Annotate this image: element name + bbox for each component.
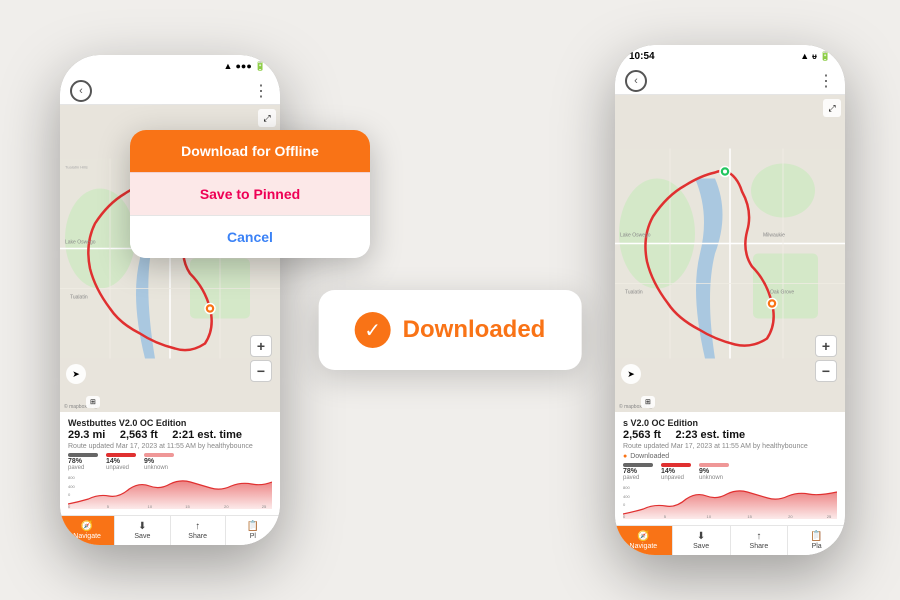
svg-text:Lake Oswego: Lake Oswego [65,240,96,246]
right-location-button[interactable]: ➤ [621,364,641,384]
left-route-info: Westbuttes V2.0 OC Edition 29.3 mi 2,563… [60,412,280,515]
right-action-bar: 🧭 Navigate ⬇ Save ↑ Share 📋 Pla [615,525,845,555]
right-expand-button[interactable]: ⤢ [823,99,841,117]
right-zoom-out[interactable]: − [815,360,837,382]
download-popup: Download for Offline Save to Pinned Canc… [130,130,370,258]
right-route-updated: Route updated Mar 17, 2023 at 11:55 AM b… [623,443,837,450]
svg-text:10: 10 [148,504,153,509]
right-route-stats: 2,563 ft 2:23 est. time [623,429,837,441]
svg-text:10: 10 [707,514,712,519]
downloaded-check-icon: ✓ [355,312,391,348]
svg-text:Lake Oswego: Lake Oswego [620,233,651,239]
svg-text:0: 0 [68,492,71,497]
right-surface-unknown: 9% unknown [699,463,729,481]
phone-left: ▲ ●●● 🔋 ‹ ⋮ [60,55,280,545]
left-map-controls: + − [250,335,272,382]
svg-text:15: 15 [185,504,190,509]
left-status-icons: ▲ ●●● 🔋 [224,61,266,72]
right-surface-row: 78% paved 14% unpaved 9% unknown [623,463,837,481]
right-surface-paved: 78% paved [623,463,653,481]
left-route-updated: Route updated Mar 17, 2023 at 11:55 AM b… [68,443,272,450]
svg-text:15: 15 [747,514,752,519]
svg-text:400: 400 [68,484,76,489]
svg-text:Oak Grove: Oak Grove [770,290,794,296]
downloaded-label: Downloaded [403,316,546,344]
left-plan-button[interactable]: 📋 Pl [226,516,280,545]
svg-text:Tualatin: Tualatin [625,290,643,296]
svg-text:25: 25 [262,504,267,509]
left-elevation-chart: 0 5 10 15 20 25 800 400 0 [68,474,272,509]
svg-text:Milwaukie: Milwaukie [763,233,785,239]
downloaded-toast: ✓ Downloaded [319,290,582,370]
right-layer-button[interactable]: ⊞ [641,396,655,408]
left-navigate-button[interactable]: 🧭 Navigate [60,516,115,545]
svg-text:800: 800 [623,485,631,490]
svg-text:Tualatin: Tualatin [70,295,88,301]
right-save-button[interactable]: ⬇ Save [673,526,731,555]
right-status-bar: 10:54 ▲ ᵾ 🔋 [615,45,845,67]
right-zoom-in[interactable]: + [815,335,837,357]
left-surface-unknown: 9% unknown [144,453,174,471]
left-share-button[interactable]: ↑ Share [171,516,226,545]
right-map: Lake Oswego Milwaukie Tualatin Oak Grove… [615,95,845,412]
svg-text:400: 400 [623,494,631,499]
left-route-title: Westbuttes V2.0 OC Edition [68,418,272,428]
right-status-icons: ▲ ᵾ 🔋 [800,51,831,62]
right-navigate-button[interactable]: 🧭 Navigate [615,526,673,555]
left-zoom-out[interactable]: − [250,360,272,382]
left-zoom-in[interactable]: + [250,335,272,357]
left-route-stats: 29.3 mi 2,563 ft 2:21 est. time [68,429,272,441]
left-back-button[interactable]: ‹ [70,80,92,102]
right-menu-button[interactable]: ⋮ [818,71,835,91]
cancel-button[interactable]: Cancel [130,215,370,258]
left-save-button[interactable]: ⬇ Save [115,516,170,545]
left-surface-row: 78% paved 14% unpaved 9% unknown [68,453,272,471]
right-downloaded-badge: ● Downloaded [623,453,837,460]
right-elevation-chart: 0 5 10 15 20 25 800 400 0 [623,484,837,519]
right-share-button[interactable]: ↑ Share [731,526,789,555]
svg-text:Tualatin Hills: Tualatin Hills [65,165,88,170]
svg-text:20: 20 [224,504,229,509]
right-map-controls: + − [815,335,837,382]
right-nav-bar: ‹ ⋮ [615,67,845,95]
svg-text:800: 800 [68,475,76,480]
right-route-title: s V2.0 OC Edition [623,418,837,428]
left-layer-button[interactable]: ⊞ [86,396,100,408]
left-action-bar: 🧭 Navigate ⬇ Save ↑ Share 📋 Pl [60,515,280,545]
left-menu-button[interactable]: ⋮ [253,81,270,101]
left-location-button[interactable]: ➤ [66,364,86,384]
right-route-info: s V2.0 OC Edition 2,563 ft 2:23 est. tim… [615,412,845,525]
svg-text:20: 20 [788,514,793,519]
left-nav-bar: ‹ ⋮ [60,77,280,105]
right-surface-unpaved: 14% unpaved [661,463,691,481]
download-offline-button[interactable]: Download for Offline [130,130,370,172]
left-surface-unpaved: 14% unpaved [106,453,136,471]
phone-right: 10:54 ▲ ᵾ 🔋 ‹ ⋮ [615,45,845,555]
svg-text:0: 0 [623,502,626,507]
left-status-bar: ▲ ●●● 🔋 [60,55,280,77]
save-pinned-button[interactable]: Save to Pinned [130,172,370,215]
left-surface-paved: 78% paved [68,453,98,471]
right-plan-button[interactable]: 📋 Pla [788,526,845,555]
scene: ▲ ●●● 🔋 ‹ ⋮ [0,0,900,600]
left-expand-button[interactable]: ⤢ [258,109,276,127]
right-back-button[interactable]: ‹ [625,70,647,92]
svg-text:25: 25 [827,514,832,519]
